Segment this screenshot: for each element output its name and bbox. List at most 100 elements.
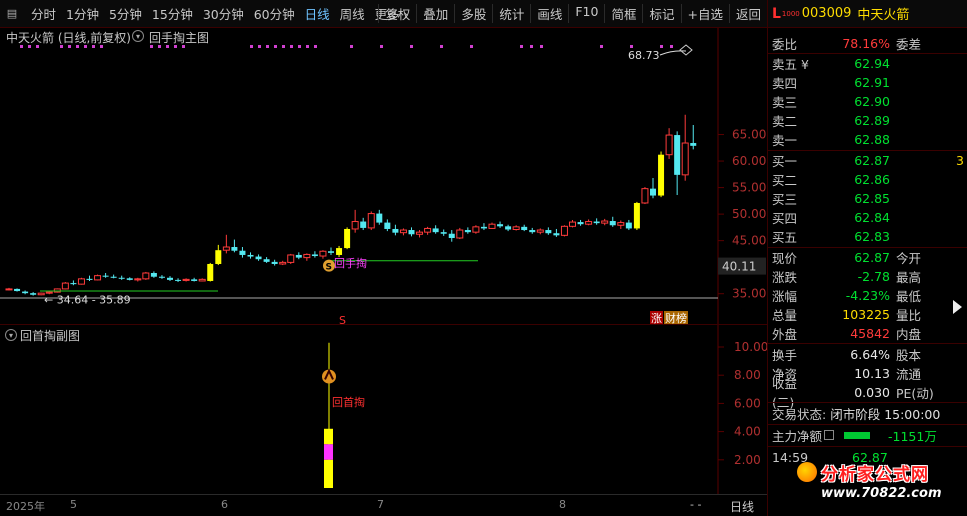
candle[interactable] <box>118 275 125 280</box>
candle[interactable] <box>399 228 407 236</box>
candle[interactable] <box>650 178 656 199</box>
candle[interactable] <box>351 209 359 233</box>
candle[interactable] <box>53 288 61 293</box>
candle[interactable] <box>464 227 471 234</box>
mark-button[interactable]: 标记 <box>642 4 680 23</box>
formula-settings-icon[interactable]: ▾ <box>132 30 144 42</box>
tab-60min[interactable]: 60分钟 <box>249 4 300 23</box>
main-kline-chart[interactable]: 65.0060.0055.0050.0045.0040.0035.0040.11… <box>0 28 767 324</box>
candle[interactable] <box>529 227 536 234</box>
main-formula-name[interactable]: 回手掏主图 <box>149 29 209 46</box>
candle[interactable] <box>609 216 616 227</box>
candle[interactable] <box>336 245 343 258</box>
ask-row-5[interactable]: 卖五 ¥ 62.94 <box>772 54 964 72</box>
candle[interactable] <box>536 228 544 235</box>
candle[interactable] <box>263 257 270 263</box>
candle[interactable] <box>665 128 673 159</box>
candle[interactable] <box>585 219 593 226</box>
candle[interactable] <box>416 230 424 238</box>
candle[interactable] <box>191 277 198 282</box>
tab-30min[interactable]: 30分钟 <box>198 4 249 23</box>
scroll-handle[interactable]: - - <box>690 498 701 511</box>
candle[interactable] <box>30 292 37 296</box>
tab-daily[interactable]: 日线 <box>300 4 335 23</box>
panel-collapse-icon[interactable] <box>953 300 962 314</box>
draw-line-button[interactable]: 画线 <box>530 4 568 23</box>
candle[interactable] <box>215 244 222 266</box>
candle[interactable] <box>61 282 69 290</box>
candle[interactable] <box>142 271 150 280</box>
ask-row-2[interactable]: 卖二 62.89 <box>772 111 964 129</box>
candle[interactable] <box>14 288 21 292</box>
ask-row-1[interactable]: 卖一 62.88 <box>772 130 964 148</box>
candle[interactable] <box>158 275 165 279</box>
f10-button[interactable]: F10 <box>568 4 604 23</box>
candle[interactable] <box>569 219 576 228</box>
candle[interactable] <box>319 250 327 259</box>
candle[interactable] <box>134 277 142 282</box>
candle[interactable] <box>86 275 93 281</box>
candle[interactable] <box>328 247 334 255</box>
tab-fenshi[interactable]: 分时 <box>26 4 61 23</box>
multi-stock-button[interactable]: 多股 <box>454 4 492 23</box>
candle[interactable] <box>182 278 190 282</box>
net-flow-toggle-icon[interactable] <box>824 430 835 440</box>
candle[interactable] <box>271 259 278 266</box>
candle[interactable] <box>480 223 487 231</box>
candle[interactable] <box>617 220 625 229</box>
candle[interactable] <box>175 278 182 283</box>
candle[interactable] <box>70 280 77 286</box>
candle[interactable] <box>102 273 109 278</box>
candle[interactable] <box>360 217 367 231</box>
overlay-button[interactable]: 叠加 <box>416 4 454 23</box>
candle[interactable] <box>577 219 584 226</box>
candle[interactable] <box>287 253 295 264</box>
candle[interactable] <box>633 201 640 231</box>
candle[interactable] <box>367 211 375 231</box>
tab-15min[interactable]: 15分钟 <box>147 4 198 23</box>
candle[interactable] <box>376 209 383 225</box>
stats-button[interactable]: 统计 <box>492 4 530 23</box>
candle[interactable] <box>521 224 528 232</box>
candle[interactable] <box>674 131 681 196</box>
tab-weekly[interactable]: 周线 <box>335 4 370 23</box>
candle[interactable] <box>94 274 102 281</box>
candle[interactable] <box>279 260 287 266</box>
candle[interactable] <box>311 251 318 258</box>
bid-row-3[interactable]: 买三 62.85 <box>772 189 964 207</box>
kline-canvas[interactable]: 65.0060.0055.0050.0045.0040.0035.0040.11… <box>0 28 767 324</box>
candle[interactable] <box>690 124 697 150</box>
candle[interactable] <box>110 274 117 279</box>
candle[interactable] <box>658 151 665 198</box>
candle[interactable] <box>448 230 455 242</box>
tab-5min[interactable]: 5分钟 <box>104 4 147 23</box>
candle[interactable] <box>303 253 311 261</box>
ask-row-4[interactable]: 卖四 62.91 <box>772 73 964 91</box>
candle[interactable] <box>681 114 689 181</box>
candle[interactable] <box>239 247 246 258</box>
candle[interactable] <box>625 219 632 231</box>
chart-menu-icon[interactable]: ▤ <box>4 6 20 22</box>
indicator-canvas[interactable]: 10.00 8.00 6.00 4.00 2.00 回首掏 <box>0 325 767 495</box>
back-button[interactable]: 返回 <box>728 4 767 23</box>
candle[interactable] <box>593 218 600 225</box>
candle[interactable] <box>247 252 254 259</box>
candle[interactable] <box>497 221 504 228</box>
candle[interactable] <box>505 224 512 232</box>
candle[interactable] <box>424 226 432 235</box>
candle[interactable] <box>488 222 496 229</box>
candle[interactable] <box>408 227 415 237</box>
bid-row-4[interactable]: 买四 62.84 <box>772 208 964 226</box>
candle[interactable] <box>560 225 568 237</box>
candle[interactable] <box>207 262 214 282</box>
candle[interactable] <box>432 225 439 234</box>
candle[interactable] <box>601 218 609 226</box>
candle[interactable] <box>5 287 13 291</box>
candle[interactable] <box>167 276 173 281</box>
sub-indicator-chart[interactable]: 10.00 8.00 6.00 4.00 2.00 回首掏 ▾ 回首掏副图 <box>0 324 767 495</box>
simple-frame-button[interactable]: 简框 <box>604 4 642 23</box>
candle[interactable] <box>545 227 552 235</box>
candle[interactable] <box>384 219 391 232</box>
candle[interactable] <box>392 224 399 236</box>
candle[interactable] <box>472 225 480 234</box>
